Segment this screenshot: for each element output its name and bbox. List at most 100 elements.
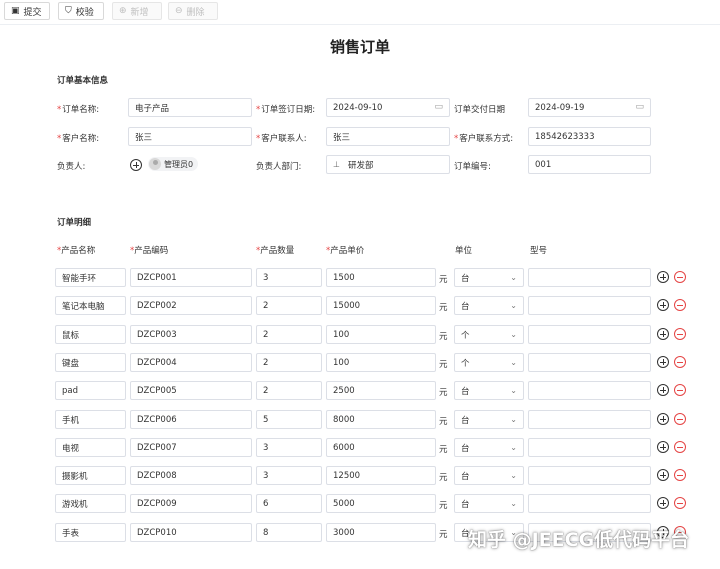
unit-select[interactable]: 台 ⌄ xyxy=(454,494,524,513)
add-row-icon[interactable] xyxy=(657,299,669,311)
remove-row-icon[interactable] xyxy=(674,356,686,368)
model-input[interactable] xyxy=(528,268,651,287)
product-qty-input[interactable]: 2 xyxy=(256,325,322,344)
product-price-input[interactable]: 8000 xyxy=(326,410,436,429)
add-row-icon[interactable] xyxy=(657,497,669,509)
model-input[interactable] xyxy=(528,296,651,315)
header-product-name: *产品名称 xyxy=(57,246,96,256)
product-name-input[interactable]: 鼠标 xyxy=(55,325,126,344)
submit-button[interactable]: ▣ 提交 xyxy=(4,2,50,20)
order-name-input[interactable]: 电子产品 xyxy=(128,98,252,117)
model-input[interactable] xyxy=(528,381,651,400)
product-price-input[interactable]: 1500 xyxy=(326,268,436,287)
model-input[interactable] xyxy=(528,325,651,344)
remove-row-icon[interactable] xyxy=(674,299,686,311)
product-price-input[interactable]: 2500 xyxy=(326,381,436,400)
unit-select[interactable]: 个 ⌄ xyxy=(454,353,524,372)
unit-select[interactable]: 台 ⌄ xyxy=(454,268,524,287)
product-code-input[interactable]: DZCP001 xyxy=(130,268,252,287)
verify-button[interactable]: ⛉ 校验 xyxy=(58,2,104,20)
remove-row-icon[interactable] xyxy=(674,271,686,283)
product-name-input[interactable]: 手表 xyxy=(55,523,126,542)
remove-row-icon[interactable] xyxy=(674,328,686,340)
shield-check-icon: ⛉ xyxy=(65,5,72,16)
product-qty-input[interactable]: 6 xyxy=(256,494,322,513)
sign-date-input[interactable]: 2024-09-10 ▭ xyxy=(326,98,450,117)
delete-button[interactable]: ⊖ 删除 xyxy=(168,2,218,20)
product-code-input[interactable]: DZCP010 xyxy=(130,523,252,542)
contact-method-input[interactable]: 18542623333 xyxy=(528,127,651,146)
unit-select[interactable]: 台 ⌄ xyxy=(454,438,524,457)
product-qty-input[interactable]: 8 xyxy=(256,523,322,542)
product-code-input[interactable]: DZCP009 xyxy=(130,494,252,513)
product-price-input[interactable]: 6000 xyxy=(326,438,436,457)
header-unit: 单位 xyxy=(455,246,473,256)
product-name-input[interactable]: pad xyxy=(55,381,126,400)
product-name-input[interactable]: 电视 xyxy=(55,438,126,457)
unit-select[interactable]: 台 ⌄ xyxy=(454,296,524,315)
remove-row-icon[interactable] xyxy=(674,413,686,425)
owner-dept-input[interactable]: ⊥ 研发部 xyxy=(326,155,450,174)
product-code-input[interactable]: DZCP004 xyxy=(130,353,252,372)
product-qty-input[interactable]: 3 xyxy=(256,268,322,287)
product-code-input[interactable]: DZCP002 xyxy=(130,296,252,315)
add-row-icon[interactable] xyxy=(657,356,669,368)
model-input[interactable] xyxy=(528,410,651,429)
remove-row-icon[interactable] xyxy=(674,469,686,481)
unit-select[interactable]: 台 ⌄ xyxy=(454,466,524,485)
order-name-label: *订单名称: xyxy=(57,105,100,115)
product-name-input[interactable]: 键盘 xyxy=(55,353,126,372)
currency-label: 元 xyxy=(439,530,448,540)
product-code-input[interactable]: DZCP008 xyxy=(130,466,252,485)
order-no-input[interactable]: 001 xyxy=(528,155,651,174)
customer-name-input[interactable]: 张三 xyxy=(128,127,252,146)
product-qty-input[interactable]: 3 xyxy=(256,438,322,457)
product-qty-input[interactable]: 5 xyxy=(256,410,322,429)
product-qty-input-value: 3 xyxy=(263,442,269,453)
product-code-input[interactable]: DZCP003 xyxy=(130,325,252,344)
product-name-input[interactable]: 笔记本电脑 xyxy=(55,296,126,315)
owner-chip[interactable]: 管理员0 xyxy=(148,157,199,171)
product-code-input[interactable]: DZCP007 xyxy=(130,438,252,457)
add-button[interactable]: ⊕ 新增 xyxy=(112,2,162,20)
product-price-input[interactable]: 5000 xyxy=(326,494,436,513)
add-row-icon[interactable] xyxy=(657,441,669,453)
product-name-input[interactable]: 智能手环 xyxy=(55,268,126,287)
add-row-icon[interactable] xyxy=(657,384,669,396)
product-code-input[interactable]: DZCP006 xyxy=(130,410,252,429)
unit-select[interactable]: 台 ⌄ xyxy=(454,381,524,400)
product-name-input[interactable]: 手机 xyxy=(55,410,126,429)
product-price-input[interactable]: 12500 xyxy=(326,466,436,485)
remove-row-icon[interactable] xyxy=(674,384,686,396)
unit-select[interactable]: 个 ⌄ xyxy=(454,325,524,344)
product-price-input[interactable]: 100 xyxy=(326,325,436,344)
product-qty-input[interactable]: 2 xyxy=(256,353,322,372)
model-input[interactable] xyxy=(528,494,651,513)
chevron-down-icon: ⌄ xyxy=(510,273,517,282)
delivery-date-input[interactable]: 2024-09-19 ▭ xyxy=(528,98,651,117)
unit-select[interactable]: 台 ⌄ xyxy=(454,410,524,429)
model-input[interactable] xyxy=(528,438,651,457)
add-owner-icon[interactable] xyxy=(130,159,142,171)
product-price-input[interactable]: 3000 xyxy=(326,523,436,542)
contact-input[interactable]: 张三 xyxy=(326,127,450,146)
add-row-icon[interactable] xyxy=(657,271,669,283)
currency-label: 元 xyxy=(439,417,448,427)
model-input[interactable] xyxy=(528,466,651,485)
product-qty-input[interactable]: 2 xyxy=(256,381,322,400)
product-price-input[interactable]: 100 xyxy=(326,353,436,372)
product-code-input[interactable]: DZCP005 xyxy=(130,381,252,400)
product-qty-input[interactable]: 3 xyxy=(256,466,322,485)
product-price-input-value: 15000 xyxy=(333,300,361,311)
add-row-icon[interactable] xyxy=(657,328,669,340)
product-name-input[interactable]: 游戏机 xyxy=(55,494,126,513)
add-row-icon[interactable] xyxy=(657,469,669,481)
model-input[interactable] xyxy=(528,353,651,372)
product-price-input[interactable]: 15000 xyxy=(326,296,436,315)
customer-name-label: *客户名称: xyxy=(57,134,100,144)
product-qty-input[interactable]: 2 xyxy=(256,296,322,315)
remove-row-icon[interactable] xyxy=(674,441,686,453)
remove-row-icon[interactable] xyxy=(674,497,686,509)
add-row-icon[interactable] xyxy=(657,413,669,425)
product-name-input[interactable]: 摄影机 xyxy=(55,466,126,485)
